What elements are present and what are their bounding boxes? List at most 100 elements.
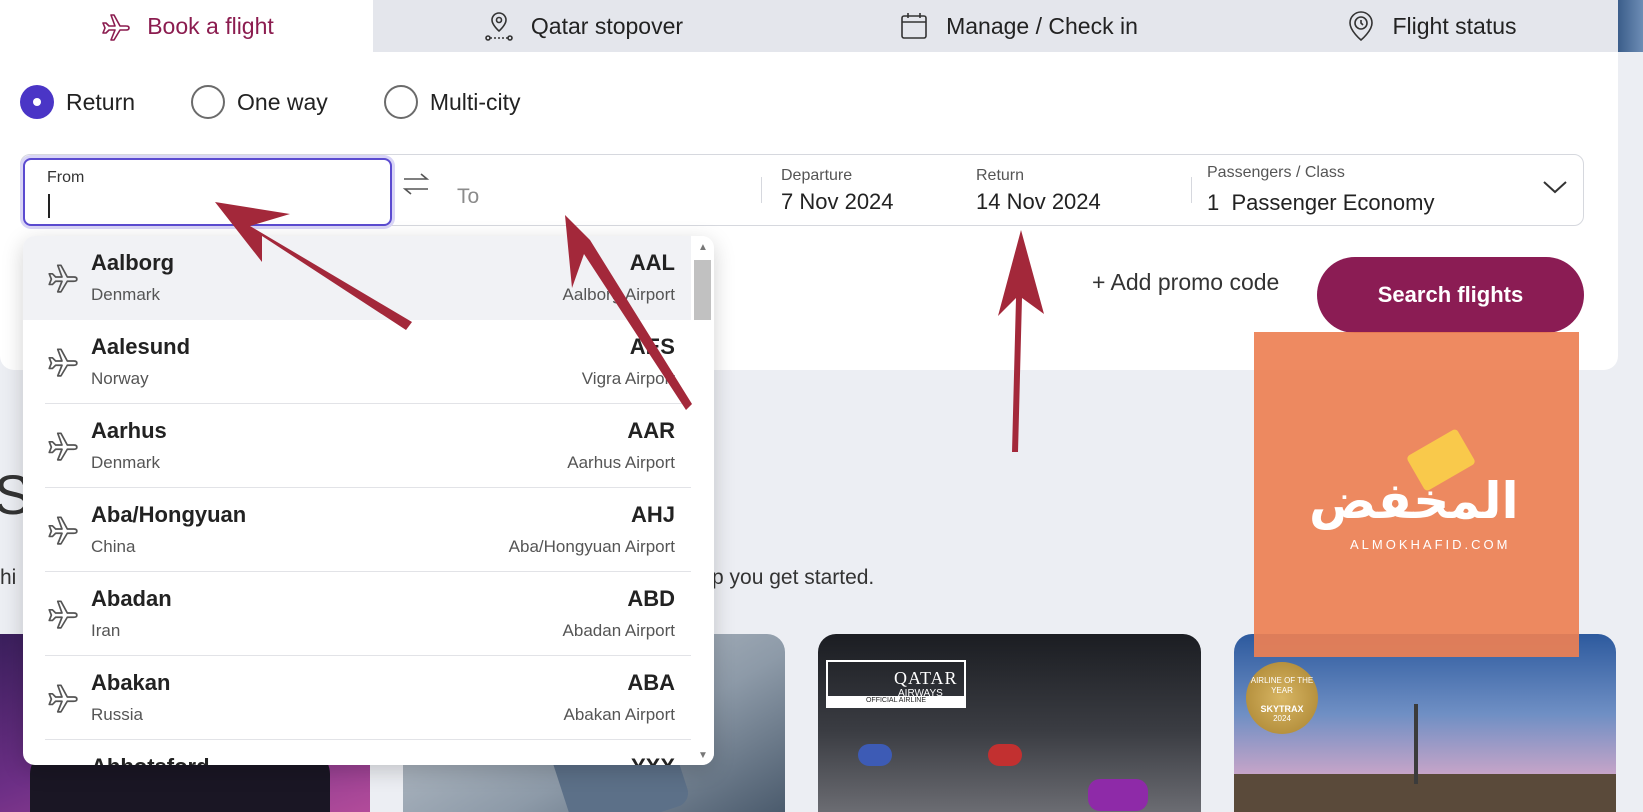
radio-return[interactable]: Return (20, 85, 135, 119)
plane-icon (48, 684, 78, 713)
city-name: Aalborg (91, 250, 175, 275)
passengers-class-select[interactable]: 1 Passenger Economy (1207, 190, 1434, 216)
passengers-label: Passengers / Class (1207, 164, 1345, 181)
country-name: China (91, 537, 136, 556)
calendar-icon (901, 13, 927, 39)
radio-unchecked-icon (191, 85, 226, 119)
plane-icon (48, 264, 78, 293)
field-divider (761, 177, 762, 203)
list-item[interactable]: Aarhus Denmark AAR Aarhus Airport (23, 404, 691, 488)
city-name: Aalesund (91, 334, 191, 359)
airport-code: AHJ (630, 502, 675, 527)
watermark-logo: المخفض ALMOKHAFID.COM (1254, 332, 1579, 657)
plane-icon (48, 432, 78, 461)
promo-card-motogp[interactable]: QATAR AIRWAYS OFFICIAL AIRLINE (818, 634, 1201, 812)
watermark-arabic: المخفض (1309, 472, 1519, 530)
trip-type-group: Return One way Multi-city (20, 85, 521, 119)
tab-manage-check-in[interactable]: Manage / Check in (793, 0, 1243, 52)
airport-list: Aalborg Denmark AAL Aalborg Airport Aale… (23, 236, 691, 765)
motogp-qatar-logo: QATAR AIRWAYS OFFICIAL AIRLINE (826, 660, 966, 708)
from-label: From (47, 169, 85, 186)
airport-code: YXX (631, 754, 675, 765)
rider-image (988, 744, 1022, 766)
airport-name: Aarhus Airport (567, 453, 675, 472)
rider-image (858, 744, 892, 766)
watermark-latin: ALMOKHAFID.COM (1350, 537, 1511, 552)
map-pin-route-icon (485, 12, 513, 41)
airport-dropdown: Aalborg Denmark AAL Aalborg Airport Aale… (23, 236, 714, 765)
list-item[interactable]: Abbotsford YXX (23, 740, 691, 765)
return-date[interactable]: 14 Nov 2024 (976, 189, 1101, 215)
country-name: Denmark (91, 453, 160, 472)
text-cursor (48, 194, 50, 218)
plane-icon (48, 516, 78, 545)
tab-flight-status[interactable]: Flight status (1243, 0, 1618, 52)
section-text-partial: hi (0, 566, 17, 589)
airport-code: ABD (627, 586, 675, 611)
from-field[interactable]: From (23, 158, 392, 226)
skytrax-award-badge: AIRLINE OF THE YEAR SKYTRAX 2024 (1246, 662, 1318, 734)
list-item[interactable]: Aba/Hongyuan China AHJ Aba/Hongyuan Airp… (23, 488, 691, 572)
tab-label: Flight status (1392, 12, 1517, 39)
radio-label: Return (66, 88, 136, 115)
swap-icon[interactable] (401, 169, 431, 199)
city-name: Abbotsford (91, 754, 210, 765)
plane-icon (102, 14, 131, 41)
tab-label: Qatar stopover (530, 12, 684, 39)
radio-one-way[interactable]: One way (191, 85, 328, 119)
city-name: Aba/Hongyuan (91, 502, 247, 527)
airport-name: Abakan Airport (563, 705, 675, 724)
booking-tabs: Book a flight Qatar stopover Manage / Ch… (0, 0, 1618, 52)
airport-code: AES (629, 334, 675, 359)
country-name: Russia (91, 705, 143, 724)
search-flights-button[interactable]: Search flights (1317, 257, 1584, 333)
radio-multi-city[interactable]: Multi-city (383, 85, 521, 119)
airport-name: Aba/Hongyuan Airport (508, 537, 675, 556)
airport-name: Aalborg Airport (562, 285, 675, 304)
rider-image (1088, 779, 1148, 811)
list-item[interactable]: Abadan Iran ABD Abadan Airport (23, 572, 691, 656)
tab-label: Manage / Check in (946, 12, 1138, 39)
airport-name: Abadan Airport (562, 621, 675, 640)
city-name: Aarhus (91, 418, 167, 443)
radio-label: Multi-city (429, 88, 521, 115)
dropdown-scrollbar[interactable]: ▲ ▼ (691, 236, 714, 765)
to-field[interactable]: To (457, 185, 479, 209)
departure-label: Departure (781, 167, 853, 184)
location-clock-icon (1348, 11, 1373, 42)
country-name: Norway (91, 369, 149, 388)
skyline-image (1234, 774, 1616, 812)
field-divider (1191, 177, 1192, 203)
departure-date[interactable]: 7 Nov 2024 (781, 189, 894, 215)
scrollbar-thumb[interactable] (694, 260, 711, 320)
tower-image (1414, 704, 1418, 784)
city-name: Abakan (91, 670, 171, 695)
country-name: Iran (91, 621, 121, 640)
section-text-partial: p you get started. (712, 566, 875, 589)
radio-checked-icon (20, 85, 54, 119)
tab-qatar-stopover[interactable]: Qatar stopover (373, 0, 793, 52)
list-item[interactable]: Aalborg Denmark AAL Aalborg Airport (23, 236, 691, 320)
list-item[interactable]: Abakan Russia ABA Abakan Airport (23, 656, 691, 740)
plane-icon (48, 600, 78, 629)
airport-code: ABA (627, 670, 675, 695)
plane-icon (48, 348, 78, 377)
list-item[interactable]: Aalesund Norway AES Vigra Airport (23, 320, 691, 404)
chevron-down-icon[interactable] (1541, 177, 1569, 197)
airport-name: Vigra Airport (581, 369, 675, 388)
tab-label: Book a flight (147, 12, 274, 39)
flight-search-bar: From To Departure 7 Nov 2024 Return 14 N… (20, 154, 1584, 226)
scroll-up-arrow-icon[interactable]: ▲ (698, 242, 708, 253)
radio-unchecked-icon (383, 85, 418, 119)
promo-card-skytrax[interactable]: AIRLINE OF THE YEAR SKYTRAX 2024 (1234, 634, 1616, 812)
tab-book-a-flight[interactable]: Book a flight (0, 0, 373, 52)
add-promo-code-link[interactable]: + Add promo code (1092, 269, 1279, 296)
airport-code: AAR (627, 418, 675, 443)
country-name: Denmark (91, 285, 160, 304)
radio-label: One way (237, 88, 328, 115)
scroll-down-arrow-icon[interactable]: ▼ (698, 750, 708, 761)
background-image-edge (1618, 0, 1643, 52)
return-label: Return (976, 167, 1025, 184)
airport-code: AAL (629, 250, 675, 275)
city-name: Abadan (91, 586, 172, 611)
